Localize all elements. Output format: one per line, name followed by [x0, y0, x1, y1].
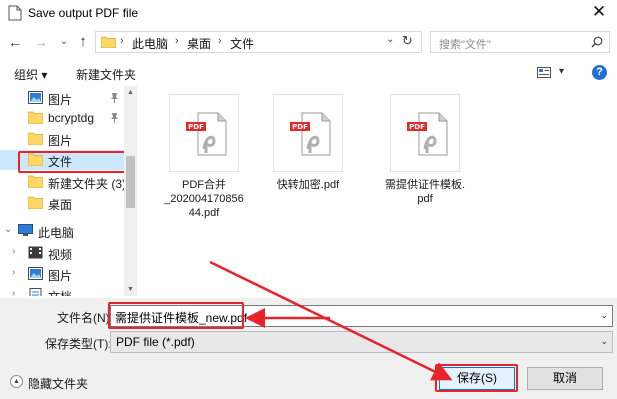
folder-icon [28, 175, 43, 188]
sidebar-item-bcryptdg[interactable]: bcryptdg [0, 108, 124, 128]
filetype-value: PDF file (*.pdf) [116, 335, 195, 349]
pin-icon [110, 92, 119, 106]
scroll-up-arrow-icon[interactable]: ▲ [124, 86, 137, 99]
address-dropdown-icon[interactable]: ⌄ [386, 34, 394, 45]
sidebar-item-label: 桌面 [48, 198, 73, 212]
breadcrumb-separator[interactable]: › [120, 35, 124, 47]
help-button[interactable]: ? [592, 65, 607, 80]
sidebar-item-label: 新建文件夹 (3) [48, 177, 127, 191]
pdf-file-icon: PDF [390, 94, 460, 172]
expand-chevron-icon[interactable]: › [12, 288, 15, 296]
breadcrumb-files[interactable]: 文件 [230, 35, 254, 52]
breadcrumb-desktop[interactable]: 桌面 [187, 35, 211, 52]
organize-menu[interactable]: 组织 ▾ [14, 66, 47, 83]
recent-locations-button[interactable]: ⌄ [55, 32, 73, 52]
folder-icon [28, 111, 43, 124]
collapse-icon[interactable]: ▲ [10, 375, 23, 388]
expand-chevron-icon[interactable]: › [12, 267, 15, 278]
selection-highlight-box [18, 151, 129, 173]
sidebar-item-label: 图片 [48, 269, 73, 283]
up-button[interactable]: ↑ [74, 32, 92, 52]
folder-icon [101, 36, 116, 48]
sidebar-item-pictures-folder[interactable]: 图片 [0, 129, 124, 149]
folder-icon [28, 132, 43, 145]
title-bar: Save output PDF file ✕ [0, 0, 617, 26]
close-button[interactable]: ✕ [589, 2, 609, 22]
chevron-down-icon: ▾ [559, 66, 565, 77]
pictures-icon [28, 91, 43, 104]
filetype-select[interactable]: PDF file (*.pdf) ⌄ [110, 331, 613, 353]
search-input[interactable]: 搜索"文件" [430, 31, 610, 53]
save-highlight-box [435, 364, 518, 392]
sidebar-item-videos[interactable]: › 视频 [0, 243, 124, 263]
scroll-down-arrow-icon[interactable]: ▼ [124, 283, 137, 296]
breadcrumb-this-pc[interactable]: 此电脑 [132, 35, 168, 52]
file-name: PDF合并 _202004170856 44.pdf [164, 179, 244, 219]
file-item[interactable]: PDF 需提供证件模板. pdf [376, 86, 474, 206]
video-icon [28, 246, 43, 259]
sidebar-item-desktop[interactable]: 桌面 [0, 193, 124, 213]
sidebar-item-new-folder-3[interactable]: 新建文件夹 (3) [0, 172, 127, 192]
sidebar-item-pictures-quick[interactable]: 图片 [0, 88, 124, 108]
view-icon [537, 67, 551, 78]
cancel-button[interactable]: 取消 [527, 367, 603, 390]
navigation-bar: ← → ⌄ ↑ › 此电脑 › 桌面 › 文件 ⌄ ↻ 搜索"文件" [0, 28, 617, 56]
sidebar-scrollbar[interactable]: ▲ ▼ [124, 86, 137, 296]
sidebar-item-label: 图片 [48, 93, 73, 107]
view-options-button[interactable]: ▾ [537, 66, 569, 80]
sidebar-item-label: 视频 [48, 248, 73, 262]
computer-icon [18, 224, 33, 236]
pdf-badge: PDF [188, 123, 204, 131]
breadcrumb-separator[interactable]: › [218, 35, 222, 47]
pin-icon [110, 112, 119, 126]
sidebar-item-label: bcryptdg [48, 111, 95, 125]
pdf-badge: PDF [292, 123, 308, 131]
pdf-badge: PDF [409, 123, 425, 131]
back-button[interactable]: ← [6, 32, 24, 52]
address-bar[interactable]: › 此电脑 › 桌面 › 文件 ⌄ ↻ [95, 31, 422, 53]
sidebar-item-pictures[interactable]: › 图片 [0, 264, 124, 284]
breadcrumb-separator[interactable]: › [175, 35, 179, 47]
file-list: PDF PDF合并 _202004170856 44.pdf PDF 快转加密.pd… [138, 86, 617, 296]
expand-chevron-icon[interactable]: ⌄ [4, 224, 12, 235]
chevron-down-icon[interactable]: ⌄ [600, 336, 608, 347]
new-folder-button[interactable]: 新建文件夹 [76, 66, 136, 83]
file-item[interactable]: PDF PDF合并 _202004170856 44.pdf [155, 86, 253, 219]
folder-icon [28, 196, 43, 209]
sidebar-item-label: 文档 [48, 288, 72, 296]
sidebar-item-this-pc[interactable]: ⌄ 此电脑 [0, 221, 124, 241]
documents-icon [29, 288, 42, 296]
navigation-pane: 图片 bcryptdg 图片 文件 新建文件夹 (3) 桌面 ⌄ 此电脑 › 视… [0, 86, 138, 296]
sidebar-item-label: 图片 [48, 134, 73, 148]
pdf-file-icon: PDF [273, 94, 343, 172]
file-name: 需提供证件模板. pdf [384, 179, 466, 205]
command-toolbar: 组织 ▾ 新建文件夹 ▾ ? [0, 60, 617, 86]
refresh-button[interactable]: ↻ [402, 33, 413, 49]
filetype-label: 保存类型(T): [45, 337, 112, 351]
file-item[interactable]: PDF 快转加密.pdf [259, 86, 357, 206]
document-icon [8, 5, 22, 21]
pdf-file-icon: PDF [169, 94, 239, 172]
search-icon[interactable] [591, 36, 603, 48]
search-placeholder: 搜索"文件" [439, 39, 491, 51]
sidebar-item-documents[interactable]: › 文档 [0, 285, 124, 296]
file-name: 快转加密.pdf [276, 179, 340, 191]
expand-chevron-icon[interactable]: › [12, 246, 15, 257]
filename-label: 文件名(N): [57, 311, 113, 325]
hide-folders-button[interactable]: 隐藏文件夹 [28, 375, 88, 392]
window-title: Save output PDF file [28, 6, 139, 20]
sidebar-item-label: 此电脑 [38, 226, 75, 240]
chevron-down-icon[interactable]: ⌄ [600, 310, 608, 321]
filename-highlight-box [108, 302, 244, 329]
forward-button[interactable]: → [32, 32, 50, 52]
pictures-icon [28, 267, 43, 280]
scrollbar-thumb[interactable] [126, 156, 135, 208]
save-form: 文件名(N): 需提供证件模板_new.pdf ⌄ 保存类型(T): PDF f… [0, 298, 617, 399]
